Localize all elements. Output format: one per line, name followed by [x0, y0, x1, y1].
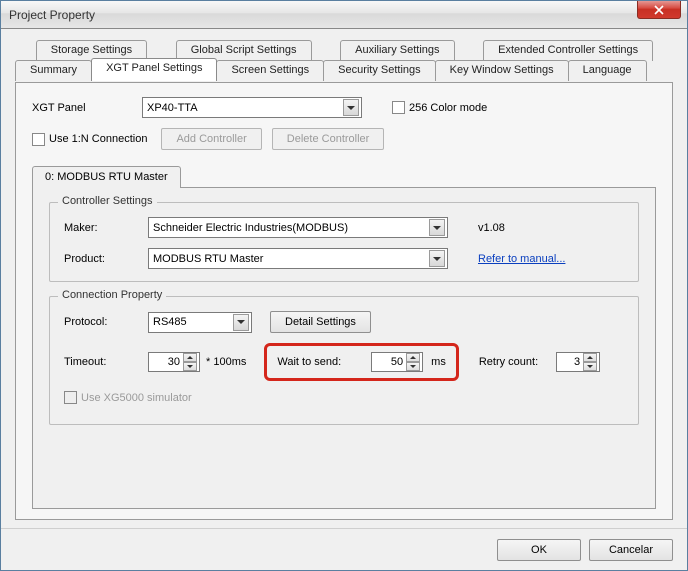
wait-to-send-highlight: Wait to send: 50 ms	[264, 343, 458, 381]
maker-select[interactable]: Schneider Electric Industries(MODBUS)	[148, 217, 448, 238]
product-label: Product:	[64, 253, 148, 265]
titlebar: Project Property	[1, 1, 687, 29]
timeout-value: 30	[149, 356, 183, 368]
spin-down-icon[interactable]	[583, 362, 597, 371]
retry-label: Retry count:	[479, 356, 538, 368]
dialog-footer: OK Cancelar	[1, 528, 687, 570]
xgt-panel-value: XP40-TTA	[147, 102, 198, 114]
tab-language[interactable]: Language	[568, 60, 647, 81]
dialog-content: Storage Settings Global Script Settings …	[1, 29, 687, 528]
spin-up-icon[interactable]	[406, 353, 420, 362]
protocol-select[interactable]: RS485	[148, 312, 252, 333]
controller-tab-0[interactable]: 0: MODBUS RTU Master	[32, 166, 181, 188]
close-icon	[654, 5, 664, 15]
tab-xgt-panel-settings[interactable]: XGT Panel Settings	[91, 58, 217, 81]
chevron-down-icon	[429, 219, 445, 236]
tab-summary[interactable]: Summary	[15, 60, 92, 81]
version-label: v1.08	[478, 222, 505, 234]
wait-unit: ms	[431, 356, 446, 368]
wait-label: Wait to send:	[277, 356, 341, 368]
connection-property-group: Connection Property Protocol: RS485 Deta…	[49, 296, 639, 425]
simulator-label: Use XG5000 simulator	[81, 392, 192, 404]
add-controller-button: Add Controller	[161, 128, 261, 150]
timeout-spinner[interactable]: 30	[148, 352, 200, 372]
controller-tab-panel: Controller Settings Maker: Schneider Ele…	[32, 187, 656, 509]
color-mode-label: 256 Color mode	[409, 102, 487, 114]
color-mode-checkbox[interactable]	[392, 101, 405, 114]
delete-controller-button: Delete Controller	[272, 128, 385, 150]
window-title: Project Property	[9, 8, 95, 22]
retry-spinner[interactable]: 3	[556, 352, 600, 372]
product-select[interactable]: MODBUS RTU Master	[148, 248, 448, 269]
close-button[interactable]	[637, 1, 681, 19]
connection-property-legend: Connection Property	[58, 289, 166, 301]
use-1n-label: Use 1:N Connection	[49, 133, 147, 145]
wait-value: 50	[372, 356, 406, 368]
tab-key-window-settings[interactable]: Key Window Settings	[435, 60, 569, 81]
use-1n-checkbox[interactable]	[32, 133, 45, 146]
tab-extended-controller-settings[interactable]: Extended Controller Settings	[483, 40, 653, 61]
maker-value: Schneider Electric Industries(MODBUS)	[153, 222, 348, 234]
manual-link[interactable]: Refer to manual...	[478, 253, 565, 265]
tab-auxiliary-settings[interactable]: Auxiliary Settings	[340, 40, 454, 61]
protocol-value: RS485	[153, 316, 187, 328]
tab-screen-settings[interactable]: Screen Settings	[216, 60, 324, 81]
simulator-checkbox	[64, 391, 77, 404]
tab-security-settings[interactable]: Security Settings	[323, 60, 436, 81]
spin-down-icon[interactable]	[406, 362, 420, 371]
spin-down-icon[interactable]	[183, 362, 197, 371]
ok-button[interactable]: OK	[497, 539, 581, 561]
controller-settings-group: Controller Settings Maker: Schneider Ele…	[49, 202, 639, 282]
controller-settings-legend: Controller Settings	[58, 195, 157, 207]
wait-spinner[interactable]: 50	[371, 352, 423, 372]
product-value: MODBUS RTU Master	[153, 253, 263, 265]
xgt-panel-select[interactable]: XP40-TTA	[142, 97, 362, 118]
chevron-down-icon	[429, 250, 445, 267]
chevron-down-icon	[233, 314, 249, 331]
tab-panel-xgt: XGT Panel XP40-TTA 256 Color mode Use 1:…	[15, 82, 673, 520]
spin-up-icon[interactable]	[183, 353, 197, 362]
timeout-label: Timeout:	[64, 356, 148, 368]
protocol-label: Protocol:	[64, 316, 148, 328]
spin-up-icon[interactable]	[583, 353, 597, 362]
xgt-panel-label: XGT Panel	[32, 102, 142, 114]
timeout-unit: * 100ms	[206, 356, 246, 368]
main-tabstrip: Storage Settings Global Script Settings …	[15, 39, 673, 83]
retry-value: 3	[557, 356, 583, 368]
detail-settings-button[interactable]: Detail Settings	[270, 311, 371, 333]
cancel-button[interactable]: Cancelar	[589, 539, 673, 561]
maker-label: Maker:	[64, 222, 148, 234]
chevron-down-icon	[343, 99, 359, 116]
project-property-dialog: Project Property Storage Settings Global…	[0, 0, 688, 571]
